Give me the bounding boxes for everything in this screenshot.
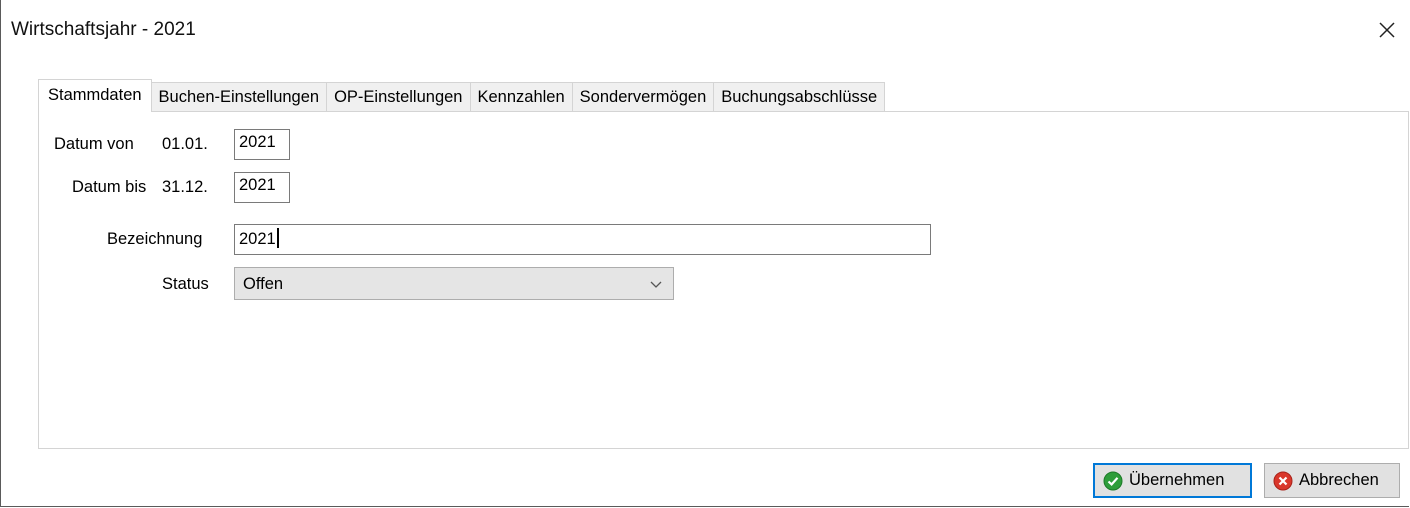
check-circle-icon: [1103, 471, 1123, 490]
tab-stammdaten[interactable]: Stammdaten: [38, 79, 152, 112]
apply-button-label: Übernehmen: [1129, 471, 1225, 489]
close-icon: [1379, 22, 1395, 38]
status-select-value: Offen: [243, 275, 284, 293]
close-button[interactable]: [1367, 12, 1407, 48]
datum-von-label: Datum von: [54, 135, 134, 153]
cancel-button-label: Abbrechen: [1299, 471, 1379, 489]
tab-buchungsabschluesse[interactable]: Buchungsabschlüsse: [713, 82, 886, 111]
status-select[interactable]: Offen: [234, 267, 674, 300]
datum-von-prefix: 01.01.: [162, 135, 208, 153]
tab-kennzahlen[interactable]: Kennzahlen: [469, 82, 573, 111]
tab-bar: Stammdaten Buchen-Einstellungen OP-Einst…: [38, 79, 886, 112]
tab-buchen-einstellungen[interactable]: Buchen-Einstellungen: [150, 82, 328, 111]
datum-von-year-input[interactable]: 2021: [234, 129, 290, 160]
window-title: Wirtschaftsjahr - 2021: [11, 19, 196, 40]
tab-op-einstellungen[interactable]: OP-Einstellungen: [326, 82, 471, 111]
text-caret: [276, 228, 279, 248]
cancel-circle-icon: [1273, 471, 1293, 490]
bezeichnung-input[interactable]: 2021: [234, 224, 931, 255]
bezeichnung-label: Bezeichnung: [107, 230, 203, 248]
datum-von-year-value: 2021: [239, 133, 276, 151]
dialog-window: Wirtschaftsjahr - 2021 Stammdaten Buchen…: [0, 0, 1409, 507]
datum-bis-year-input[interactable]: 2021: [234, 172, 290, 203]
datum-bis-label: Datum bis: [72, 178, 147, 196]
tab-sondervermoegen[interactable]: Sondervermögen: [571, 82, 715, 111]
datum-bis-year-value: 2021: [239, 176, 276, 194]
apply-button[interactable]: Übernehmen: [1093, 463, 1252, 498]
status-label: Status: [162, 275, 209, 293]
chevron-down-icon: [650, 281, 662, 288]
cancel-button[interactable]: Abbrechen: [1264, 463, 1400, 498]
bezeichnung-value: 2021: [239, 230, 276, 248]
datum-bis-prefix: 31.12.: [162, 178, 208, 196]
